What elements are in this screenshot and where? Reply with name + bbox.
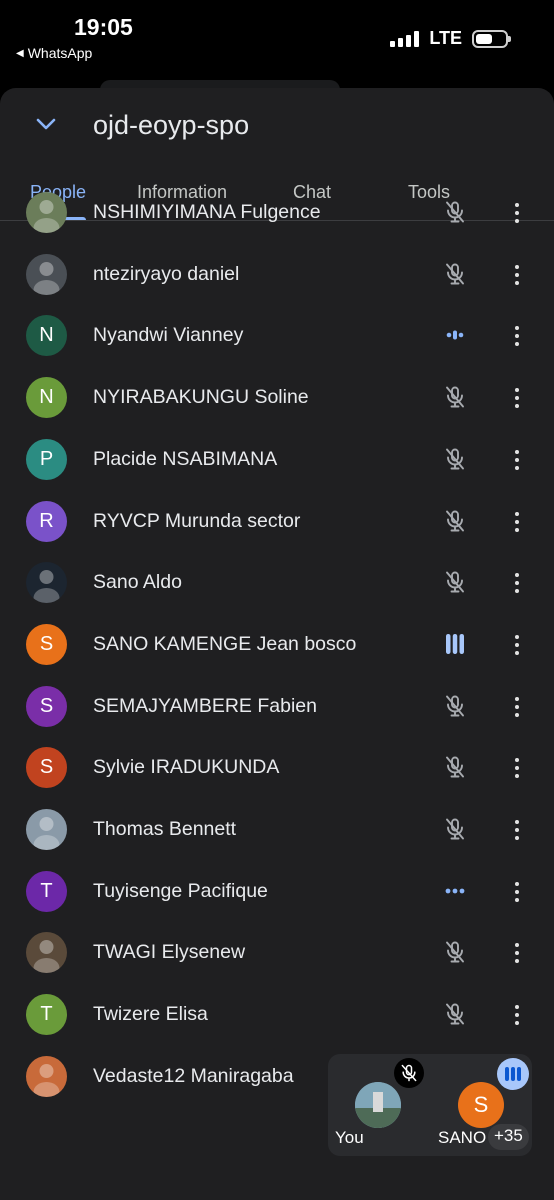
participant-avatar — [26, 809, 67, 850]
participant-row[interactable]: S SEMAJYAMBERE Fabien — [0, 675, 554, 737]
participant-name: Nyandwi Vianney — [93, 324, 244, 347]
participant-avatar: P — [26, 438, 67, 480]
status-time: 19:05 — [74, 14, 133, 40]
mic-off-icon — [443, 694, 467, 718]
participant-name: Placide NSABIMANA — [93, 447, 278, 470]
sano-label: SANO — [438, 1128, 487, 1147]
status-indicators: LTE — [390, 28, 511, 49]
participant-name: Thomas Bennett — [93, 818, 237, 840]
more-vert-icon[interactable] — [510, 263, 524, 287]
participant-name: SEMAJYAMBERE Fabien — [93, 694, 317, 717]
participants-sheet: ojd-eoyp-spo People Information Chat Too… — [0, 88, 554, 1200]
participant-name: Twizere Elisa — [93, 1003, 208, 1026]
mic-off-icon — [443, 447, 467, 471]
participant-row[interactable]: T Twizere Elisa — [0, 983, 554, 1045]
participant-avatar: N — [26, 315, 67, 357]
mic-off-icon — [443, 509, 467, 533]
mic-off-icon — [443, 940, 467, 964]
participant-name: Tuyisenge Pacifique — [93, 879, 268, 902]
participant-name: TWAGI Elysenew — [93, 941, 246, 964]
participant-avatar — [26, 253, 67, 295]
participant-avatar — [26, 562, 67, 604]
participant-row[interactable]: nteziryayo daniel — [0, 243, 554, 305]
participant-row[interactable]: Sano Aldo — [0, 551, 554, 613]
participant-name: Vedaste12 Maniragaba — [93, 1064, 294, 1087]
audio-level-icon — [443, 323, 467, 347]
participant-row[interactable]: N Nyandwi Vianney — [0, 304, 554, 366]
participant-name: NYIRABAKUNGU Soline — [93, 386, 309, 409]
participant-row[interactable]: TWAGI Elysenew — [0, 921, 554, 983]
participant-avatar: S — [26, 685, 67, 727]
you-avatar — [355, 1082, 401, 1128]
sheet-header: ojd-eoyp-spo — [0, 88, 554, 164]
participant-avatar: S — [26, 747, 67, 789]
participant-row[interactable]: P Placide NSABIMANA — [0, 428, 554, 490]
audio-level-icon — [443, 879, 467, 903]
mic-off-icon — [443, 755, 467, 779]
battery-icon — [472, 29, 511, 48]
self-view-tile[interactable]: You S SANO +35 — [328, 1054, 532, 1156]
participant-row[interactable]: R RYVCP Murunda sector — [0, 490, 554, 552]
participant-avatar: R — [26, 500, 67, 542]
sano-avatar: S — [458, 1082, 504, 1128]
mic-off-icon — [443, 1002, 467, 1026]
participant-name: SANO KAMENGE Jean bosco — [93, 632, 357, 655]
chevron-down-icon[interactable] — [34, 112, 58, 136]
participant-row[interactable]: S Sylvie IRADUKUNDA — [0, 736, 554, 798]
participant-avatar: T — [26, 870, 67, 912]
back-to-app-link[interactable]: ◀ WhatsApp — [16, 45, 92, 61]
participant-row[interactable]: T Tuyisenge Pacifique — [0, 860, 554, 922]
more-vert-icon[interactable] — [510, 818, 524, 842]
mic-off-icon — [443, 570, 467, 594]
signal-icon — [390, 30, 420, 47]
network-label: LTE — [429, 28, 462, 48]
participant-count-badge[interactable]: +35 — [488, 1124, 529, 1150]
status-bar: 19:05 ◀ WhatsApp LTE — [0, 0, 554, 100]
mic-off-icon — [394, 1058, 424, 1088]
participant-avatar — [26, 932, 67, 974]
participant-avatar — [26, 192, 67, 233]
participant-row[interactable]: NSHIMIYIMANA Fulgence — [0, 181, 554, 243]
mic-off-icon — [443, 817, 467, 841]
participant-avatar: T — [26, 994, 67, 1036]
mic-off-icon — [443, 200, 467, 224]
participant-row[interactable]: Thomas Bennett — [0, 798, 554, 860]
participant-name: Sylvie IRADUKUNDA — [93, 756, 280, 779]
mic-off-icon — [443, 262, 467, 286]
back-triangle-icon: ◀ — [16, 47, 24, 59]
you-photo-icon — [355, 1082, 401, 1128]
more-vert-icon[interactable] — [510, 695, 524, 719]
participant-name: Sano Aldo — [93, 571, 182, 594]
participant-name: nteziryayo daniel — [93, 262, 240, 285]
participant-name: NSHIMIYIMANA Fulgence — [93, 201, 321, 223]
meeting-title: ojd-eoyp-spo — [93, 110, 250, 140]
audio-level-icon — [497, 1058, 529, 1090]
more-vert-icon[interactable] — [510, 448, 524, 472]
more-vert-icon[interactable] — [510, 941, 524, 965]
more-vert-icon[interactable] — [510, 386, 524, 410]
more-vert-icon[interactable] — [510, 571, 524, 595]
participant-avatar — [26, 1055, 67, 1097]
more-vert-icon[interactable] — [510, 880, 524, 904]
mic-off-icon — [443, 385, 467, 409]
more-vert-icon[interactable] — [510, 201, 524, 225]
participant-avatar: S — [26, 623, 67, 665]
more-vert-icon[interactable] — [510, 1003, 524, 1027]
participant-row[interactable]: S SANO KAMENGE Jean bosco — [0, 613, 554, 675]
participant-name: RYVCP Murunda sector — [93, 509, 301, 532]
more-vert-icon[interactable] — [510, 324, 524, 348]
more-vert-icon[interactable] — [510, 510, 524, 534]
more-vert-icon[interactable] — [510, 633, 524, 657]
audio-level-icon — [443, 632, 467, 656]
participant-row[interactable]: N NYIRABAKUNGU Soline — [0, 366, 554, 428]
you-label: You — [335, 1128, 364, 1147]
back-app-label: WhatsApp — [27, 45, 93, 61]
participant-avatar: N — [26, 377, 67, 419]
more-vert-icon[interactable] — [510, 756, 524, 780]
